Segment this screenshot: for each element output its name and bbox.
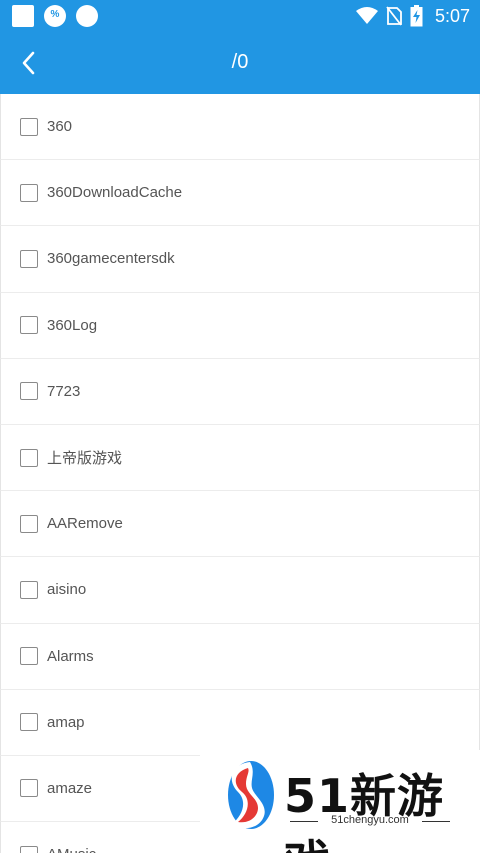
file-checkbox[interactable] bbox=[20, 779, 38, 798]
watermark-rule-right bbox=[422, 821, 450, 822]
watermark-brand: 51新游戏 bbox=[284, 769, 445, 853]
file-checkbox[interactable] bbox=[20, 448, 38, 467]
file-name: 7723 bbox=[47, 382, 81, 400]
status-bar: % 5:07 bbox=[0, 0, 480, 32]
file-checkbox[interactable] bbox=[20, 316, 38, 335]
file-checkbox[interactable] bbox=[20, 514, 38, 533]
file-row[interactable]: amap bbox=[0, 689, 480, 756]
system-icons: 5:07 bbox=[355, 4, 470, 28]
notification-icons: % bbox=[12, 5, 98, 27]
wifi-icon bbox=[355, 7, 378, 24]
app-bar: /0 bbox=[0, 32, 480, 94]
file-checkbox[interactable] bbox=[20, 647, 38, 666]
brand-logo-icon bbox=[228, 761, 274, 829]
file-row[interactable]: 360DownloadCache bbox=[0, 160, 480, 227]
file-checkbox[interactable] bbox=[20, 713, 38, 732]
file-name: AARemove bbox=[47, 515, 123, 533]
file-row[interactable]: Alarms bbox=[0, 623, 480, 690]
file-name: amap bbox=[47, 713, 85, 731]
file-checkbox[interactable] bbox=[20, 183, 38, 202]
file-name: 360gamecentersdk bbox=[47, 250, 175, 268]
file-name: 360 bbox=[47, 118, 73, 136]
file-name: 上帝版游戏 bbox=[47, 450, 123, 468]
file-checkbox[interactable] bbox=[20, 845, 38, 853]
watermark-url: 51chengyu.com bbox=[331, 814, 409, 826]
app-notification-icon bbox=[12, 5, 34, 27]
file-name: 360DownloadCache bbox=[47, 184, 183, 202]
file-checkbox[interactable] bbox=[20, 580, 38, 599]
file-name: amaze bbox=[47, 779, 93, 797]
file-checkbox[interactable] bbox=[20, 117, 38, 136]
file-row[interactable]: aisino bbox=[0, 557, 480, 624]
percent-notification-icon: % bbox=[44, 5, 66, 27]
file-row[interactable]: 7723 bbox=[0, 358, 480, 425]
percent-glyph: % bbox=[50, 9, 60, 20]
clock: 5:07 bbox=[434, 5, 470, 26]
file-row[interactable]: 360 bbox=[0, 94, 480, 161]
file-name: 360Log bbox=[47, 316, 98, 334]
battery-charging-icon bbox=[410, 5, 423, 27]
circle-notification-icon bbox=[76, 5, 98, 27]
file-row[interactable]: 360gamecentersdk bbox=[0, 226, 480, 293]
watermark: 51新游戏 51chengyu.com bbox=[200, 750, 480, 853]
file-row[interactable]: 360Log bbox=[0, 292, 480, 359]
file-name: AMusic bbox=[47, 846, 96, 853]
path-title: /0 bbox=[231, 51, 249, 73]
file-row[interactable]: AARemove bbox=[0, 491, 480, 558]
file-checkbox[interactable] bbox=[20, 382, 38, 401]
no-sim-icon bbox=[386, 6, 402, 26]
file-checkbox[interactable] bbox=[20, 249, 38, 268]
file-list: 360 360DownloadCache 360gamecentersdk 360Lo… bbox=[0, 94, 480, 853]
file-name: Alarms bbox=[47, 647, 94, 665]
file-name: aisino bbox=[47, 581, 87, 599]
file-row[interactable]: 上帝版游戏 bbox=[0, 424, 480, 492]
